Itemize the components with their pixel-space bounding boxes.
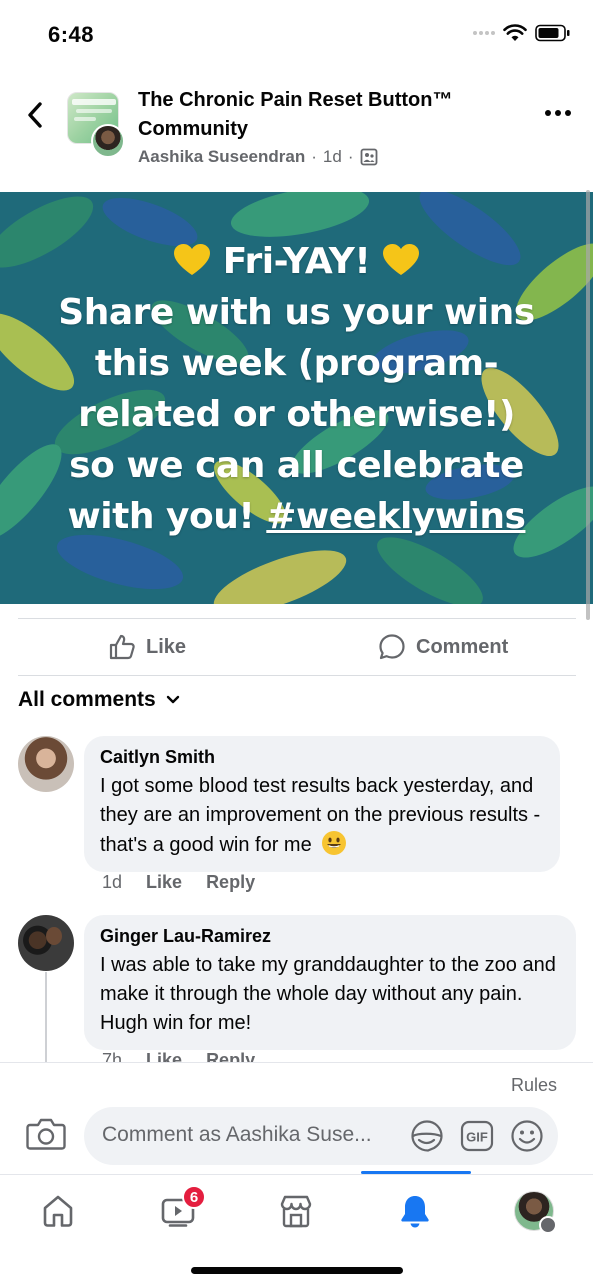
chevron-down-icon [166, 695, 179, 704]
active-tab-indicator [361, 1171, 471, 1174]
commenter-avatar[interactable] [18, 915, 74, 971]
commenter-avatar[interactable] [18, 736, 74, 792]
comment-reply-button[interactable]: Reply [206, 872, 255, 893]
group-members-icon [360, 148, 377, 166]
chevron-left-icon [28, 102, 42, 128]
comment-reply-button[interactable]: Reply [206, 1050, 255, 1062]
status-time: 6:48 [48, 22, 95, 47]
battery-icon [535, 24, 570, 42]
hashtag-link[interactable]: #weeklywins [266, 496, 526, 537]
yellow-heart-icon [383, 244, 420, 275]
back-button[interactable] [20, 98, 50, 132]
meta-separator: · [311, 147, 317, 166]
grinning-emoji-icon [322, 831, 347, 855]
thumbs-up-icon [109, 634, 135, 660]
group-avatar[interactable] [67, 92, 125, 158]
author-avatar [91, 124, 125, 158]
like-button[interactable]: Like [108, 633, 186, 661]
signal-icon [473, 31, 495, 35]
comment-icon [379, 634, 405, 660]
camera-button[interactable] [26, 1117, 66, 1153]
composer-icons: GIF [410, 1119, 544, 1153]
post-title: Fri-YAY! [222, 241, 371, 282]
video-notification-badge: 6 [182, 1185, 206, 1209]
nav-profile-menu[interactable] [514, 1191, 557, 1234]
post-line-6-prefix: with you! [67, 496, 255, 537]
comment-button[interactable]: Comment [378, 633, 508, 661]
menu-icon [539, 1216, 557, 1234]
nav-home[interactable] [38, 1191, 78, 1231]
status-indicators [473, 24, 571, 42]
profile-avatar [514, 1191, 557, 1234]
wifi-icon [503, 24, 527, 41]
post-header: The Chronic Pain Reset Button™ Community… [0, 80, 593, 180]
post-time: 1d [322, 147, 342, 166]
comment-meta: 1d Like Reply [102, 872, 255, 893]
home-indicator [191, 1267, 403, 1274]
comment-time: 1d [102, 872, 123, 892]
comment-author[interactable]: Ginger Lau-Ramirez [100, 925, 560, 947]
comments-filter-dropdown[interactable]: All comments [18, 688, 180, 712]
home-icon [43, 1195, 73, 1227]
post-meta: Aashika Suseendran · 1d · [138, 147, 378, 167]
nav-notifications[interactable] [395, 1191, 435, 1231]
comment-text: I was able to take my granddaughter to t… [100, 954, 556, 1034]
post-line-6: with you! #weeklywins [20, 491, 573, 542]
comments-filter-label: All comments [18, 688, 156, 711]
like-label: Like [146, 635, 187, 658]
post-actions-bar: Like Comment [18, 618, 576, 676]
post-author[interactable]: Aashika Suseendran [138, 147, 305, 167]
nav-video[interactable]: 6 [158, 1185, 206, 1231]
post-line-5: so we can all celebrate [69, 445, 524, 486]
scrollbar[interactable] [586, 190, 590, 620]
comment-text: I got some blood test results back yeste… [100, 775, 541, 856]
comment-author[interactable]: Caitlyn Smith [100, 746, 544, 768]
status-bar: 6:48 [0, 0, 593, 70]
post-line-1: Fri-YAY! [20, 236, 573, 287]
post-line-2: Share with us your wins [58, 292, 535, 333]
meta-separator: · [347, 147, 354, 166]
comment-label: Comment [416, 635, 509, 658]
marketplace-icon [280, 1195, 312, 1228]
camera-icon [26, 1118, 66, 1150]
comment-time: 7h [102, 1050, 123, 1062]
comment-bubble[interactable]: Caitlyn Smith I got some blood test resu… [84, 736, 560, 872]
sticker-icon[interactable] [410, 1119, 444, 1153]
more-options-button[interactable] [545, 110, 571, 116]
comment-like-button[interactable]: Like [146, 1050, 182, 1062]
post-image[interactable]: Fri-YAY! Share with us your wins this we… [0, 192, 593, 604]
emoji-icon[interactable] [510, 1119, 544, 1153]
bell-icon [401, 1196, 429, 1228]
gif-icon[interactable]: GIF [460, 1119, 494, 1153]
post-line-4: related or otherwise!) [78, 394, 515, 435]
post-line-3: this week (program- [94, 343, 499, 384]
bottom-navigation: 6 [0, 1171, 593, 1284]
post-announcement-text: Fri-YAY! Share with us your wins this we… [0, 236, 593, 542]
gif-label: GIF [466, 1130, 488, 1145]
comment-meta: 7h Like Reply [102, 1050, 255, 1062]
comment-input[interactable]: Comment as Aashika Suse... GIF [84, 1107, 558, 1165]
group-name[interactable]: The Chronic Pain Reset Button™ Community [138, 86, 518, 144]
comment-placeholder: Comment as Aashika Suse... [102, 1123, 372, 1146]
comment-bubble[interactable]: Ginger Lau-Ramirez I was able to take my… [84, 915, 576, 1050]
comment-item: Ginger Lau-Ramirez I was able to take my… [18, 915, 578, 1050]
rules-link[interactable]: Rules [511, 1075, 557, 1096]
comment-composer: Rules Comment as Aashika Suse... GIF [0, 1062, 593, 1174]
yellow-heart-icon [173, 244, 210, 275]
comment-like-button[interactable]: Like [146, 872, 182, 893]
nav-marketplace[interactable] [276, 1191, 316, 1231]
